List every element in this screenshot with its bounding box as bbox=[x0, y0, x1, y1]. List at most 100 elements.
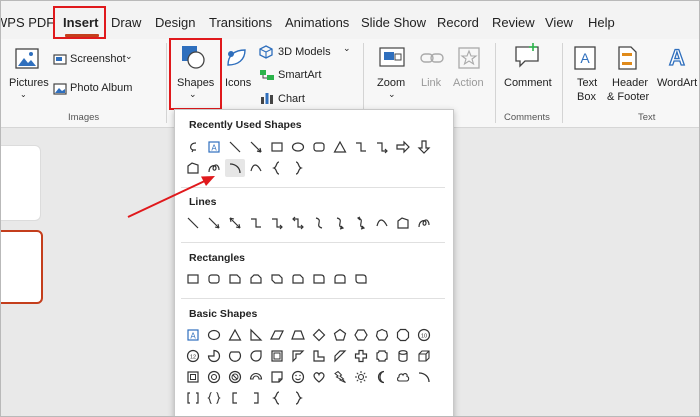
slide-thumbnail[interactable] bbox=[1, 145, 41, 221]
basic-hexagon-icon[interactable] bbox=[351, 326, 371, 344]
comment-label[interactable]: Comment bbox=[504, 77, 552, 89]
zoom-chevron-icon[interactable]: ⌄ bbox=[388, 89, 396, 100]
tab-transitions[interactable]: Transitions bbox=[209, 15, 272, 30]
shape-line-icon[interactable] bbox=[225, 138, 245, 156]
shape-rectangle-icon[interactable] bbox=[267, 138, 287, 156]
basic-no-symbol-icon[interactable] bbox=[225, 368, 245, 386]
shape-right-brace-icon[interactable] bbox=[288, 159, 308, 177]
rect-round-same-side-icon[interactable] bbox=[330, 270, 350, 288]
basic-pentagon-icon[interactable] bbox=[330, 326, 350, 344]
shape-elbow-arrow-icon[interactable] bbox=[372, 138, 392, 156]
basic-moon-icon[interactable] bbox=[372, 368, 392, 386]
basic-cloud-icon[interactable] bbox=[393, 368, 413, 386]
header-footer-label-line2[interactable]: & Footer bbox=[607, 91, 649, 103]
basic-donut-icon[interactable] bbox=[204, 368, 224, 386]
shape-curve-icon[interactable] bbox=[246, 159, 266, 177]
link-icon[interactable] bbox=[419, 47, 445, 74]
line-elbow-arrow-icon[interactable] bbox=[267, 214, 287, 232]
chart-label[interactable]: Chart bbox=[278, 93, 305, 105]
basic-plaque-icon[interactable] bbox=[372, 347, 392, 365]
shape-text-box-icon[interactable]: A bbox=[204, 138, 224, 156]
line-scribble-icon[interactable] bbox=[414, 214, 434, 232]
tab-draw[interactable]: Draw bbox=[111, 15, 141, 30]
basic-bevel-icon[interactable] bbox=[183, 368, 203, 386]
slide-thumbnail-selected[interactable] bbox=[1, 230, 43, 304]
shape-triangle-icon[interactable] bbox=[330, 138, 350, 156]
pictures-icon[interactable] bbox=[13, 47, 41, 78]
rect-snip-corner-icon[interactable] bbox=[225, 270, 245, 288]
basic-frame-icon[interactable] bbox=[267, 347, 287, 365]
shape-right-arrow-icon[interactable] bbox=[393, 138, 413, 156]
shape-arc-icon[interactable] bbox=[225, 159, 245, 177]
rect-round-diagonal-icon[interactable] bbox=[351, 270, 371, 288]
basic-cross-icon[interactable] bbox=[351, 347, 371, 365]
line-elbow-double-arrow-icon[interactable] bbox=[288, 214, 308, 232]
basic-text-box-icon[interactable]: A bbox=[183, 326, 203, 344]
basic-triangle-icon[interactable] bbox=[225, 326, 245, 344]
basic-double-brace-icon[interactable] bbox=[204, 389, 224, 407]
photo-album-icon[interactable] bbox=[53, 82, 67, 100]
line-elbow-icon[interactable] bbox=[246, 214, 266, 232]
3d-models-label[interactable]: 3D Models bbox=[278, 46, 331, 58]
basic-block-arc-icon[interactable] bbox=[246, 368, 266, 386]
basic-smiley-face-icon[interactable] bbox=[288, 368, 308, 386]
zoom-label[interactable]: Zoom bbox=[377, 77, 405, 89]
shape-freeform-icon[interactable] bbox=[183, 159, 203, 177]
basic-cube-icon[interactable] bbox=[414, 347, 434, 365]
basic-diamond-icon[interactable] bbox=[309, 326, 329, 344]
shape-elbow-connector-icon[interactable] bbox=[351, 138, 371, 156]
basic-heptagon-icon[interactable] bbox=[372, 326, 392, 344]
tab-record[interactable]: Record bbox=[437, 15, 479, 30]
tab-view[interactable]: View bbox=[545, 15, 573, 30]
basic-l-shape-icon[interactable] bbox=[309, 347, 329, 365]
tab-wps-pdf[interactable]: WPS PDF bbox=[1, 15, 54, 30]
rect-plain-icon[interactable] bbox=[183, 270, 203, 288]
basic-oval-icon[interactable] bbox=[204, 326, 224, 344]
basic-parallelogram-icon[interactable] bbox=[267, 326, 287, 344]
3d-models-icon[interactable] bbox=[259, 45, 273, 64]
basic-diagonal-stripe-icon[interactable] bbox=[330, 347, 350, 365]
comment-icon[interactable] bbox=[513, 43, 541, 74]
basic-lightning-bolt-icon[interactable] bbox=[330, 368, 350, 386]
line-arrow-icon[interactable] bbox=[204, 214, 224, 232]
text-box-label-line2[interactable]: Box bbox=[577, 91, 596, 103]
basic-arc-icon[interactable] bbox=[414, 368, 434, 386]
basic-left-brace-icon[interactable] bbox=[267, 389, 287, 407]
basic-right-bracket-icon[interactable] bbox=[246, 389, 266, 407]
screenshot-chevron-icon[interactable]: ⌄ bbox=[125, 51, 133, 62]
basic-right-brace-icon[interactable] bbox=[288, 389, 308, 407]
tab-slide-show[interactable]: Slide Show bbox=[361, 15, 426, 30]
icons-label[interactable]: Icons bbox=[225, 77, 251, 89]
basic-decagon-icon[interactable]: 10 bbox=[414, 326, 434, 344]
basic-right-triangle-icon[interactable] bbox=[246, 326, 266, 344]
basic-trapezoid-icon[interactable] bbox=[288, 326, 308, 344]
shape-curved-arrow-icon[interactable] bbox=[183, 138, 203, 156]
shape-down-arrow-icon[interactable] bbox=[414, 138, 434, 156]
link-label[interactable]: Link bbox=[421, 77, 441, 89]
basic-half-frame-icon[interactable] bbox=[288, 347, 308, 365]
basic-dodecagon-icon[interactable]: 12 bbox=[183, 347, 203, 365]
3d-models-chevron-icon[interactable]: ⌄ bbox=[343, 43, 351, 54]
basic-octagon-icon[interactable] bbox=[393, 326, 413, 344]
icons-icon[interactable] bbox=[223, 45, 249, 76]
basic-folded-corner-icon[interactable] bbox=[267, 368, 287, 386]
basic-left-bracket-icon[interactable] bbox=[225, 389, 245, 407]
tab-help[interactable]: Help bbox=[588, 15, 615, 30]
shape-oval-icon[interactable] bbox=[288, 138, 308, 156]
line-freeform-icon[interactable] bbox=[393, 214, 413, 232]
text-box-label-line1[interactable]: Text bbox=[577, 77, 597, 89]
shape-rounded-rect-icon[interactable] bbox=[309, 138, 329, 156]
smartart-label[interactable]: SmartArt bbox=[278, 69, 321, 81]
basic-chord-icon[interactable] bbox=[225, 347, 245, 365]
tab-design[interactable]: Design bbox=[155, 15, 195, 30]
rect-snip-diagonal-icon[interactable] bbox=[267, 270, 287, 288]
basic-can-icon[interactable] bbox=[393, 347, 413, 365]
basic-sun-icon[interactable] bbox=[351, 368, 371, 386]
line-curved-icon[interactable] bbox=[309, 214, 329, 232]
zoom-icon[interactable] bbox=[378, 45, 406, 76]
tab-review[interactable]: Review bbox=[492, 15, 535, 30]
rect-snip-same-side-icon[interactable] bbox=[246, 270, 266, 288]
line-straight-icon[interactable] bbox=[183, 214, 203, 232]
tab-animations[interactable]: Animations bbox=[285, 15, 349, 30]
rect-snip-round-icon[interactable] bbox=[288, 270, 308, 288]
